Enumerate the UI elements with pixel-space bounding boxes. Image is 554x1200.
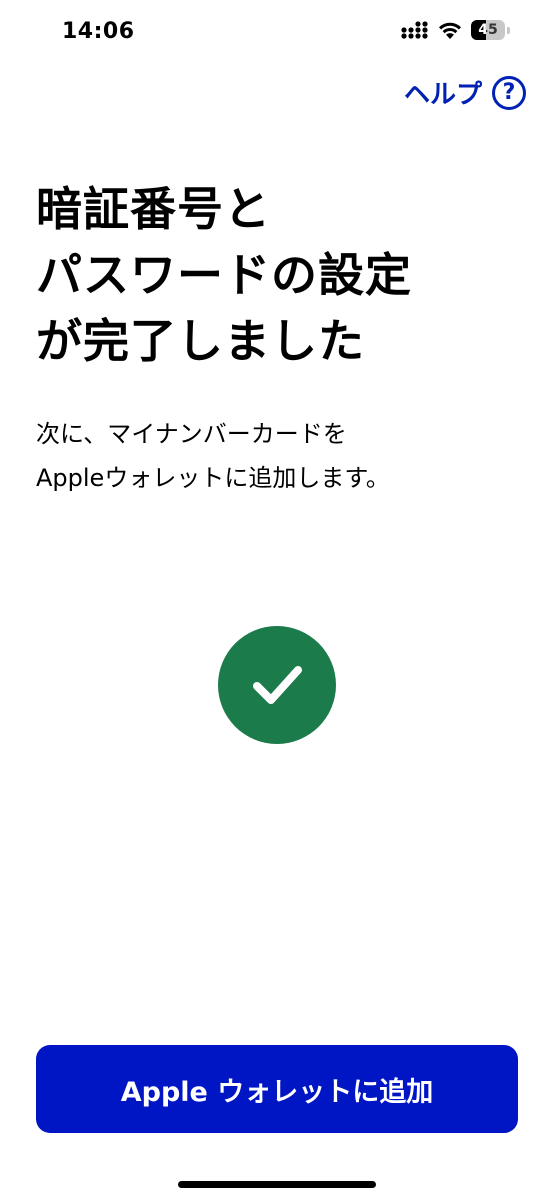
page-title-line: が完了しました: [36, 314, 365, 368]
page-title: 暗証番号と パスワードの設定 が完了しました: [36, 176, 526, 374]
checkmark-icon: [253, 666, 302, 704]
help-link[interactable]: ヘルプ ?: [404, 74, 526, 111]
description-line: Appleウォレットに追加します。: [36, 464, 390, 492]
question-circle-icon: ?: [492, 75, 526, 110]
add-to-wallet-button[interactable]: Apple ウォレットに追加: [36, 1045, 518, 1133]
signal-icon: [401, 21, 428, 39]
help-label: ヘルプ: [403, 80, 482, 110]
home-indicator[interactable]: [178, 1181, 376, 1188]
status-icons: 45: [401, 20, 510, 40]
status-time: 14:06: [62, 19, 135, 44]
status-bar: 14:06 45: [0, 0, 554, 66]
checkmark-circle-icon: [218, 626, 336, 744]
wifi-icon: [439, 22, 461, 39]
page-title-line: 暗証番号と: [36, 182, 271, 236]
description-line: 次に、マイナンバーカードを: [36, 420, 347, 448]
battery-icon: 45: [471, 20, 505, 40]
battery-tip: [507, 26, 510, 34]
page-title-line: パスワードの設定: [36, 248, 412, 302]
battery-level: 45: [478, 22, 498, 38]
description: 次に、マイナンバーカードを Appleウォレットに追加します。: [36, 412, 536, 500]
